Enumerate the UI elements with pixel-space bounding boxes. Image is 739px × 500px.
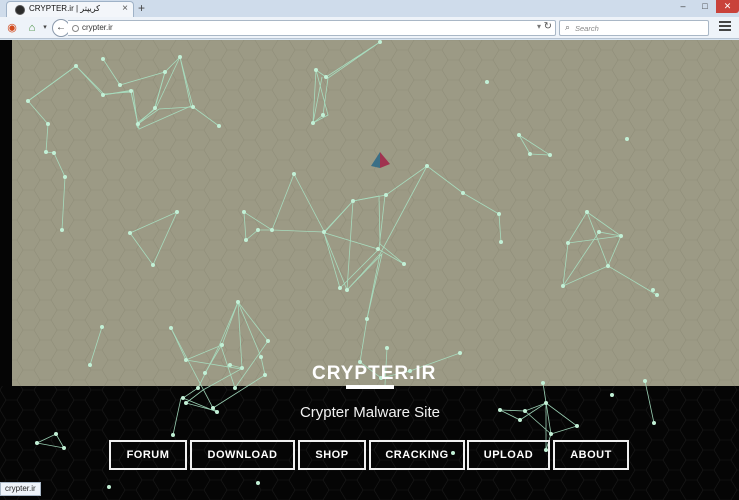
address-bar[interactable]: crypter.ir ▾ ↻ — [68, 20, 556, 36]
reload-icon[interactable]: ↻ — [544, 21, 552, 32]
title-underline — [346, 385, 394, 389]
network-background-animation — [0, 40, 739, 500]
menu-shop-button[interactable]: SHOP — [298, 440, 366, 470]
tab-close-icon[interactable]: × — [122, 3, 128, 14]
window-close-button[interactable]: ✕ — [716, 0, 739, 13]
chevron-down-icon[interactable]: ▾ — [37, 20, 53, 36]
menu-cracking-button[interactable]: CRACKING — [369, 440, 465, 470]
menu-forum-button[interactable]: FORUM — [109, 440, 187, 470]
site-title: CRYPTER.IR — [312, 363, 437, 384]
url-text[interactable]: crypter.ir — [82, 23, 113, 32]
site-favicon-icon — [15, 5, 25, 15]
navigation-bar: ◉ ⌂ ▾ ← crypter.ir ▾ ↻ ⌕ Search — [0, 17, 739, 39]
search-icon: ⌕ — [565, 22, 571, 32]
menu-upload-button[interactable]: UPLOAD — [467, 440, 550, 470]
globe-icon — [72, 25, 79, 32]
search-placeholder: Search — [575, 24, 599, 33]
menu-about-button[interactable]: ABOUT — [553, 440, 629, 470]
window-minimize-button[interactable]: – — [672, 0, 694, 13]
window-maximize-button[interactable]: □ — [694, 0, 716, 13]
hamburger-menu-icon[interactable] — [719, 21, 731, 33]
browser-tab[interactable]: CRYPTER.ir | کریپتر × — [6, 1, 134, 17]
firefox-logo-icon[interactable]: ◉ — [4, 20, 20, 36]
tab-bar: CRYPTER.ir | کریپتر × + – □ ✕ — [0, 0, 739, 17]
status-bar: crypter.ir — [0, 482, 41, 496]
url-dropdown-icon[interactable]: ▾ — [537, 22, 541, 31]
tab-title: CRYPTER.ir | کریپتر — [29, 4, 100, 13]
site-subtitle: Crypter Malware Site — [299, 404, 441, 421]
menu-download-button[interactable]: DOWNLOAD — [190, 440, 295, 470]
page-viewport: CRYPTER.IR Crypter Malware Site FORUM DO… — [0, 40, 739, 500]
new-tab-button[interactable]: + — [138, 1, 145, 15]
search-input[interactable]: ⌕ Search — [559, 20, 709, 36]
